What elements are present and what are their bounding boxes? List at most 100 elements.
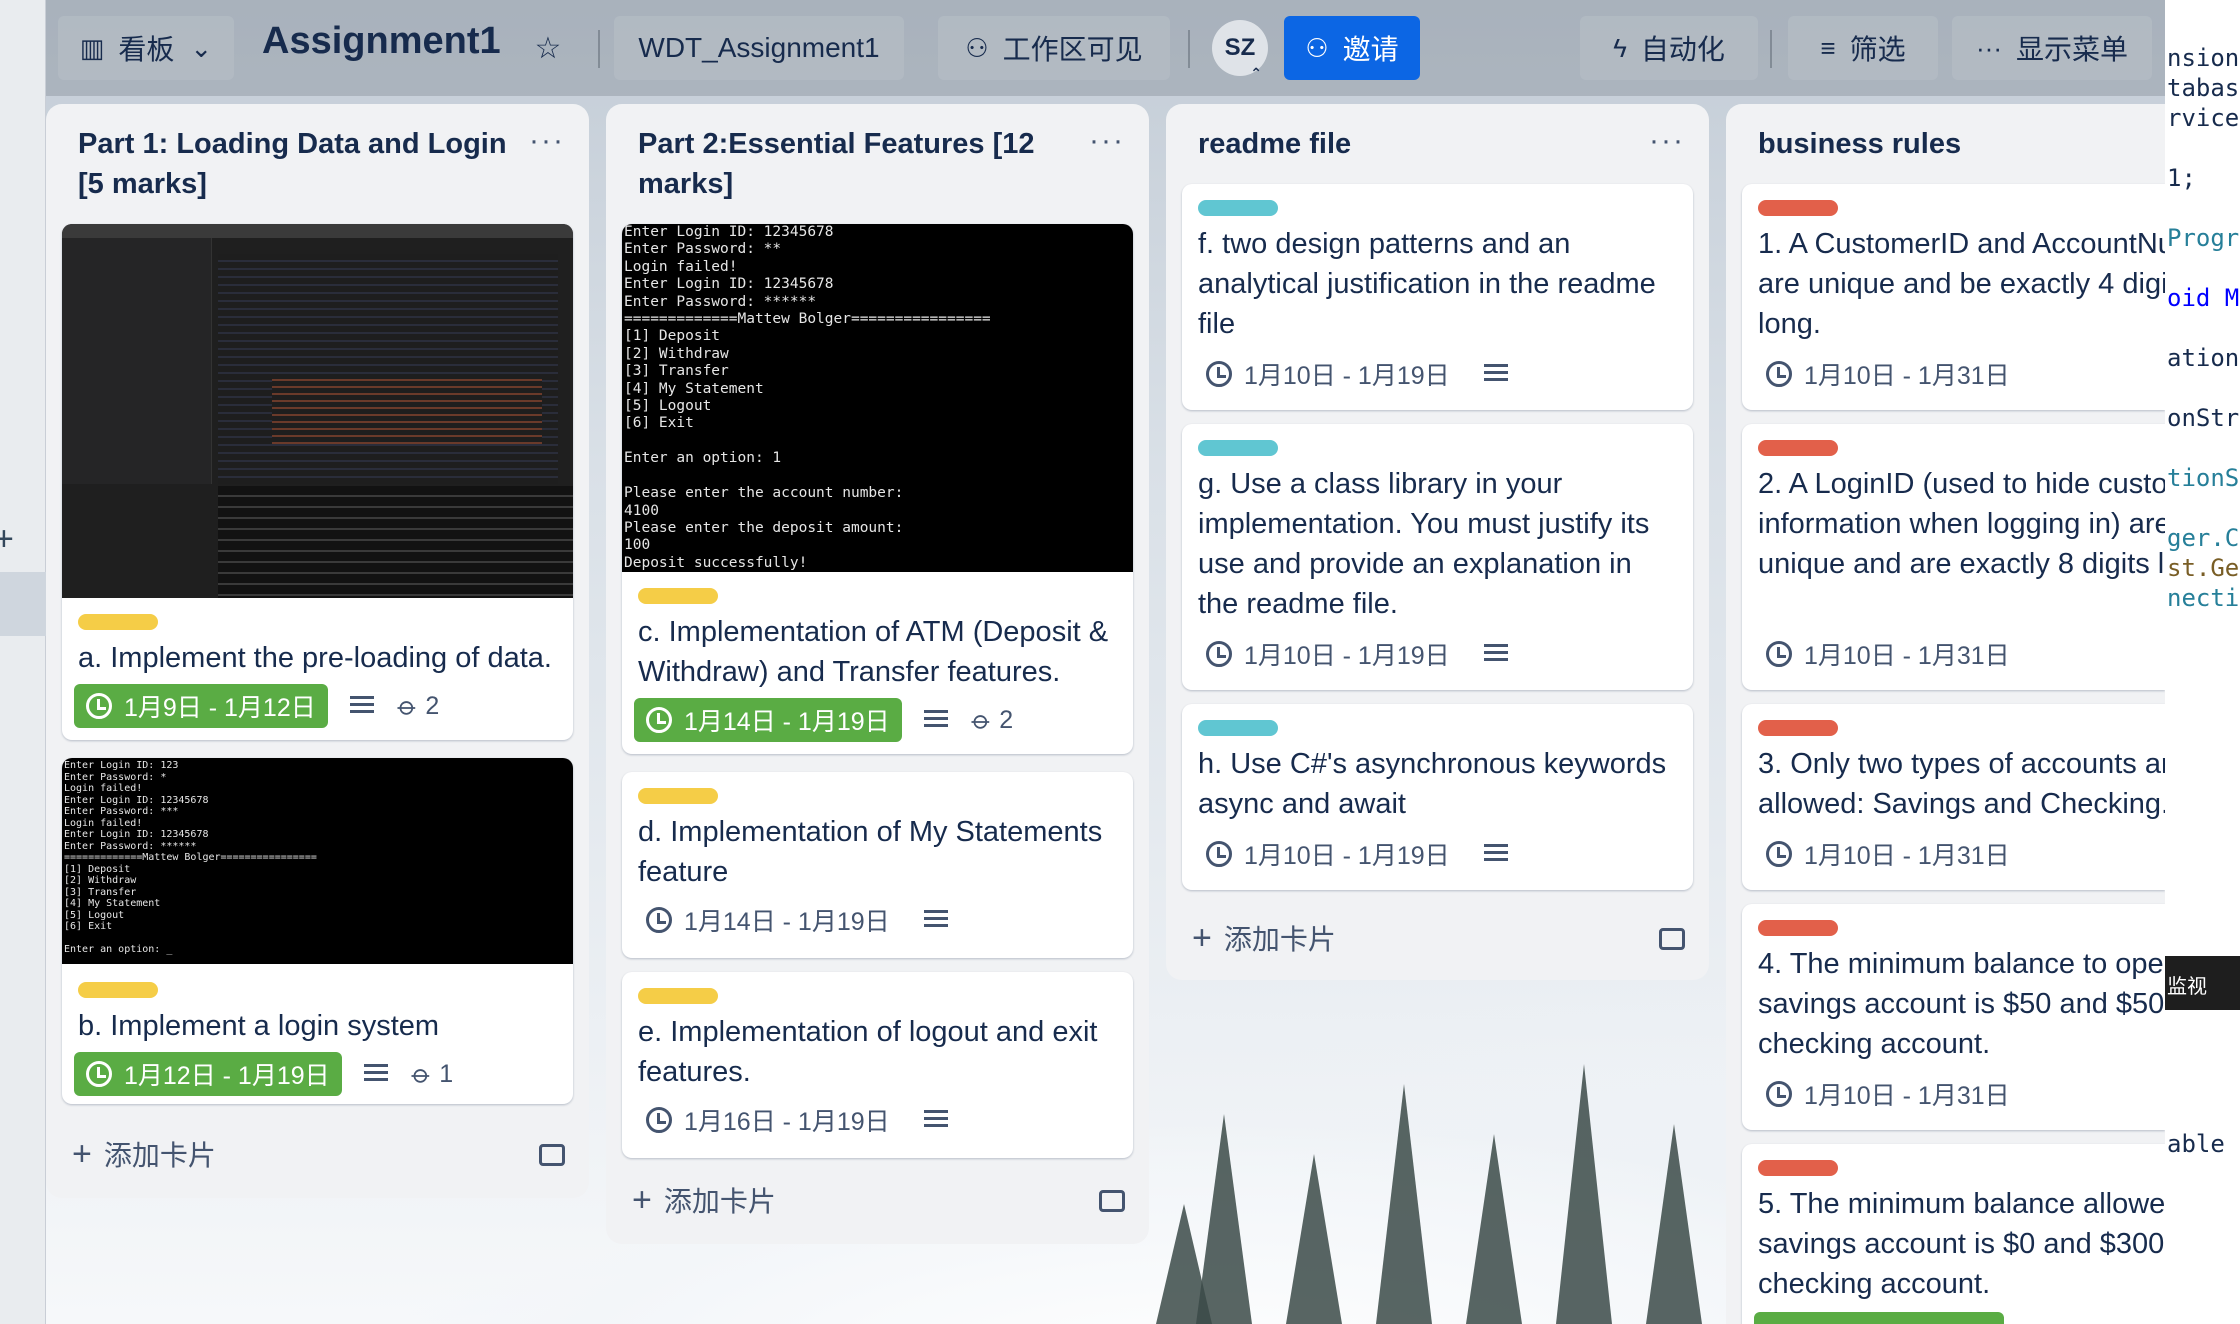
add-card-label: 添加卡片 [1223,924,1336,955]
workspace-button[interactable]: WDT_Assignment1 [614,16,904,80]
template-icon[interactable] [539,1144,565,1166]
due-date-text: 1月9日 - 1月12日 [124,694,316,722]
card-d[interactable]: d. Implementation of My Statements featu… [622,772,1133,958]
card-b[interactable]: Enter Login ID: 123 Enter Password: * Lo… [62,758,573,1104]
list-title[interactable]: Part 1: Loading Data and Login [5 marks] [78,124,508,204]
card-title: e. Implementation of logout and exit fea… [638,1016,1098,1088]
plus-icon: + [72,1134,92,1173]
cover-console-text: Enter Login ID: 123 Enter Password: * Lo… [64,760,317,955]
add-card-button[interactable]: + 添加卡片 [632,1180,776,1220]
card-c[interactable]: Enter Login ID: 12345678 Enter Password:… [622,224,1133,754]
list-menu-icon[interactable]: ··· [529,124,565,158]
visibility-button[interactable]: ⚇ 工作区可见 [938,16,1170,80]
clock-icon [1766,841,1792,867]
attachment-count: 2 [425,691,440,720]
list-title[interactable]: Part 2:Essential Features [12 marks] [638,124,1068,204]
template-icon[interactable] [1659,928,1685,950]
people-icon: ⚇ [965,32,989,63]
due-date-badge[interactable]: 1月10日 - 1月19日 [1194,352,1462,396]
card-e[interactable]: e. Implementation of logout and exit fea… [622,972,1133,1158]
due-date-badge[interactable]: 1月10日 - 1月31日 [1754,1072,2022,1116]
list-menu-icon[interactable]: ··· [1649,124,1685,158]
card-label-yellow [638,588,718,604]
watch-panel-tab[interactable]: 监视 [2165,956,2240,1010]
card-rule-3[interactable]: 3. Only two types of accounts are allowe… [1742,704,2165,890]
code-line: 1; [2167,164,2196,192]
description-icon [923,1110,948,1130]
clock-icon [1766,361,1792,387]
due-date-badge[interactable]: 1月10日 - 1月31日 [1754,352,2022,396]
due-date-text: 1月10日 - 1月31日 [1804,362,2010,390]
card-label-yellow [78,614,158,630]
list-title[interactable]: business rules [1758,124,2188,164]
due-date-badge-partial[interactable] [1754,1312,2004,1324]
due-date-text: 1月16日 - 1月19日 [684,1108,890,1136]
card-title: f. two design patterns and an analytical… [1198,228,1656,340]
avatar[interactable]: SZ ⌃ [1212,20,1268,81]
code-line: rvices [2167,104,2240,132]
chevron-down-icon: ⌄ [190,32,213,63]
visibility-label: 工作区可见 [1002,34,1143,65]
card-label-red [1758,440,1838,456]
due-date-badge[interactable]: 1月10日 - 1月31日 [1754,632,2022,676]
due-date-badge[interactable]: 1月10日 - 1月19日 [1194,632,1462,676]
card-a[interactable]: a. Implement the pre-loading of data. 1月… [62,224,573,740]
due-date-badge[interactable]: 1月16日 - 1月19日 [634,1098,902,1142]
star-icon: ☆ [534,31,562,65]
workspace-label: WDT_Assignment1 [638,32,880,63]
star-button[interactable]: ☆ [518,16,578,80]
filter-label: 筛选 [1849,34,1906,65]
clock-icon [1206,641,1232,667]
add-card-button[interactable]: + 添加卡片 [1192,918,1336,958]
description-icon [923,710,948,730]
board-title[interactable]: Assignment1 [262,20,501,63]
invite-button[interactable]: ⚇ 邀请 [1284,16,1420,80]
due-date-badge[interactable]: 1月14日 - 1月19日 [634,698,902,742]
plus-icon[interactable]: + [0,520,14,559]
card-title: c. Implementation of ATM (Deposit & With… [638,616,1109,688]
card-rule-1[interactable]: 1. A CustomerID and AccountNumber are un… [1742,184,2165,410]
paperclip-icon: ⌀ [405,1057,438,1090]
card-title: 1. A CustomerID and AccountNumber are un… [1758,228,2165,340]
show-menu-button[interactable]: ··· 显示菜单 [1952,16,2152,80]
due-date-text: 1月12日 - 1月19日 [124,1062,330,1090]
card-badges: 1月14日 - 1月19日 ⌀ 2 [634,696,1013,744]
due-date-badge[interactable]: 1月14日 - 1月19日 [634,898,902,942]
card-f[interactable]: f. two design patterns and an analytical… [1182,184,1693,410]
due-date-badge[interactable]: 1月10日 - 1月31日 [1754,832,2022,876]
code-line: ation [2167,344,2240,372]
list-business-rules: business rules 1. A CustomerID and Accou… [1726,104,2165,1324]
card-rule-4[interactable]: 4. The minimum balance to open a savings… [1742,904,2165,1130]
template-icon[interactable] [1099,1190,1125,1212]
automation-button[interactable]: ϟ 自动化 [1580,16,1758,80]
side-tab[interactable] [0,572,46,636]
due-date-text: 1月10日 - 1月19日 [1244,642,1450,670]
card-cover-image [62,224,573,598]
card-label-yellow [638,788,718,804]
admin-chevron-icon: ⌃ [1250,65,1262,81]
card-title: h. Use C#'s asynchronous keywords async … [1198,748,1667,820]
filter-button[interactable]: ≡ 筛选 [1788,16,1938,80]
list-menu-icon[interactable]: ··· [1089,124,1125,158]
description-icon [1483,844,1508,864]
clock-icon [1206,841,1232,867]
filter-icon: ≡ [1820,32,1836,63]
due-date-badge[interactable]: 1月9日 - 1月12日 [74,684,328,728]
clock-icon [1766,1081,1792,1107]
card-label-cyan [1198,200,1278,216]
card-g[interactable]: g. Use a class library in your implement… [1182,424,1693,690]
show-menu-label: 显示菜单 [2015,34,2128,65]
due-date-badge[interactable]: 1月10日 - 1月19日 [1194,832,1462,876]
list-title[interactable]: readme file [1198,124,1628,164]
add-card-button[interactable]: + 添加卡片 [72,1134,216,1174]
card-label-cyan [1198,440,1278,456]
card-rule-2[interactable]: 2. A LoginID (used to hide customer info… [1742,424,2165,690]
due-date-badge[interactable]: 1月12日 - 1月19日 [74,1052,342,1096]
card-label-red [1758,200,1838,216]
view-switcher-button[interactable]: ▥ 看板 ⌄ [58,16,234,80]
due-date-text: 1月14日 - 1月19日 [684,908,890,936]
card-h[interactable]: h. Use C#'s asynchronous keywords async … [1182,704,1693,890]
card-title: g. Use a class library in your implement… [1198,468,1650,620]
card-title: 3. Only two types of accounts are allowe… [1758,748,2165,820]
card-rule-5[interactable]: 5. The minimum balance allowed for a sav… [1742,1144,2165,1324]
